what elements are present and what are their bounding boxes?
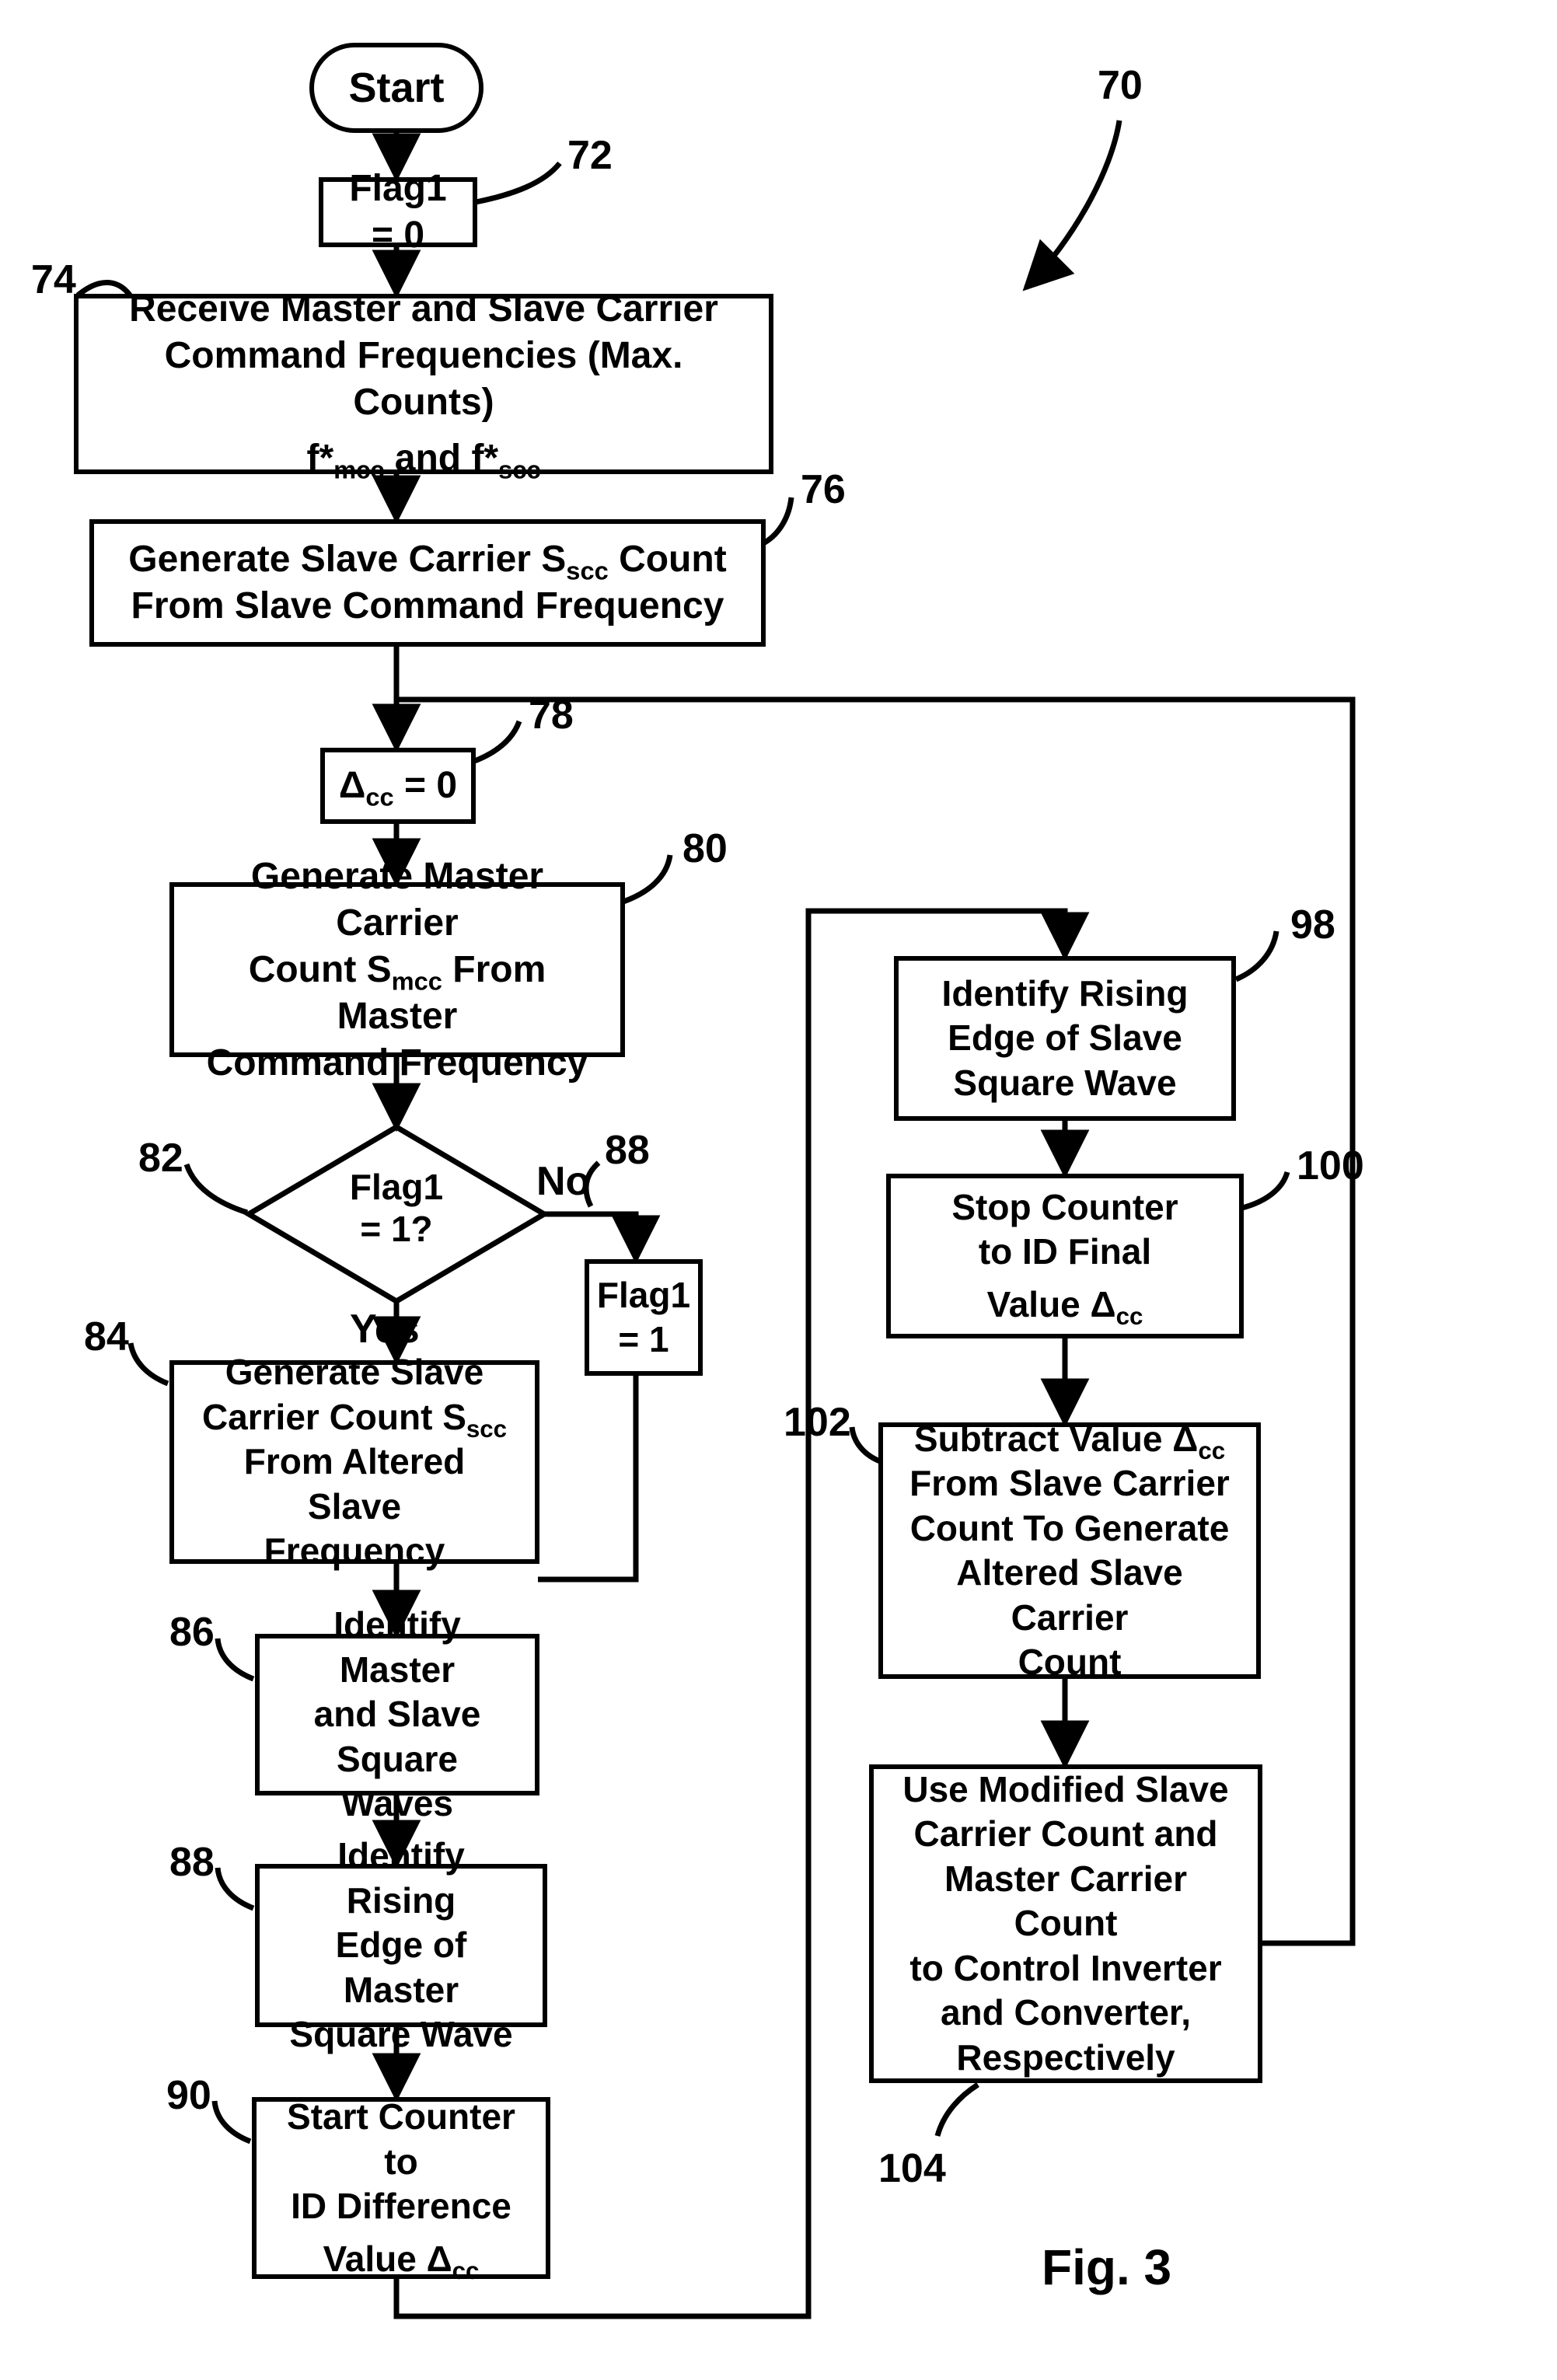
box-84-line3: From Altered Slave xyxy=(193,1440,516,1529)
box-104: Use Modified Slave Carrier Count and Mas… xyxy=(869,1764,1262,2083)
box-76-line2: From Slave Command Frequency xyxy=(128,583,726,630)
decision-yes-label: Yes xyxy=(350,1306,420,1352)
box-86-line3: Square Waves xyxy=(278,1737,516,1827)
box-104-line4: to Control Inverter xyxy=(892,1946,1239,1991)
box-104-line1: Use Modified Slave xyxy=(892,1768,1239,1813)
box-88-rising-line1: Identify Rising xyxy=(278,1834,524,1923)
callout-74: 74 xyxy=(31,256,76,303)
box-86-line1: Identify Master xyxy=(278,1603,516,1692)
callout-84: 84 xyxy=(84,1314,129,1360)
box-102-line5: Count xyxy=(902,1640,1238,1685)
callout-88b: 88 xyxy=(605,1127,650,1174)
box-78: Δcc = 0 xyxy=(320,748,476,824)
callout-86: 86 xyxy=(169,1609,215,1656)
box-88-flag-line1: Flag1 xyxy=(597,1273,690,1318)
box-84-line4: Frequency xyxy=(193,1529,516,1574)
terminator-start: Start xyxy=(309,43,484,133)
box-88-rising: Identify Rising Edge of Master Square Wa… xyxy=(255,1864,547,2027)
box-98: Identify Rising Edge of Slave Square Wav… xyxy=(894,956,1236,1121)
box-102-line4: Altered Slave Carrier xyxy=(902,1551,1238,1640)
box-72-text: Flag1 = 0 xyxy=(342,166,454,259)
box-74-line1: Receive Master and Slave Carrier xyxy=(97,286,750,333)
box-98-line3: Square Wave xyxy=(942,1061,1189,1106)
box-74: Receive Master and Slave Carrier Command… xyxy=(74,294,773,474)
box-88-rising-line3: Square Wave xyxy=(278,2012,524,2057)
box-98-line1: Identify Rising xyxy=(942,972,1189,1017)
box-88-rising-line2: Edge of Master xyxy=(278,1923,524,2012)
decision-82: Flag1 = 1? xyxy=(319,1166,474,1250)
box-86-line2: and Slave xyxy=(278,1692,516,1737)
box-104-line3: Master Carrier Count xyxy=(892,1857,1239,1946)
callout-80: 80 xyxy=(682,825,728,872)
box-86: Identify Master and Slave Square Waves xyxy=(255,1634,539,1795)
box-80: Generate Master Carrier Count Smcc From … xyxy=(169,882,625,1057)
decision-82-line1: Flag1 xyxy=(319,1166,474,1208)
box-74-line2: Command Frequencies (Max. Counts) xyxy=(97,333,750,426)
box-104-line5: and Converter, xyxy=(892,1991,1239,2036)
box-90-line2: ID Difference xyxy=(275,2184,527,2229)
box-76: Generate Slave Carrier Sscc Count From S… xyxy=(89,519,766,647)
box-90: Start Counter to ID Difference Value Δcc xyxy=(252,2097,550,2279)
callout-76: 76 xyxy=(801,466,846,513)
box-80-line1: Generate Master Carrier xyxy=(193,853,602,947)
box-88-flag: Flag1 = 1 xyxy=(585,1259,703,1376)
box-88-flag-line2: = 1 xyxy=(597,1317,690,1363)
callout-98: 98 xyxy=(1290,902,1335,948)
box-100-line1: Stop Counter xyxy=(951,1185,1178,1230)
box-100-line2: to ID Final xyxy=(951,1230,1178,1275)
callout-100: 100 xyxy=(1297,1143,1364,1189)
callout-78: 78 xyxy=(529,692,574,738)
box-100: Stop Counter to ID Final Value Δcc xyxy=(886,1174,1244,1338)
callout-82: 82 xyxy=(138,1135,183,1181)
box-84: Generate Slave Carrier Count Sscc From A… xyxy=(169,1360,539,1564)
box-102-line2: From Slave Carrier xyxy=(902,1461,1238,1506)
callout-88a: 88 xyxy=(169,1839,215,1886)
box-104-line6: Respectively xyxy=(892,2036,1239,2081)
box-98-line2: Edge of Slave xyxy=(942,1016,1189,1061)
callout-104: 104 xyxy=(878,2145,946,2192)
box-102: Subtract Value Δcc From Slave Carrier Co… xyxy=(878,1422,1261,1679)
figure-label: Fig. 3 xyxy=(1042,2239,1171,2296)
decision-no-label: No xyxy=(536,1158,590,1205)
box-84-line1: Generate Slave xyxy=(193,1350,516,1395)
callout-90: 90 xyxy=(166,2072,211,2119)
callout-72: 72 xyxy=(567,132,613,179)
box-104-line2: Carrier Count and xyxy=(892,1812,1239,1857)
terminator-start-label: Start xyxy=(348,64,444,112)
decision-82-line2: = 1? xyxy=(319,1208,474,1250)
box-72: Flag1 = 0 xyxy=(319,177,477,247)
box-90-line1: Start Counter to xyxy=(275,2095,527,2184)
callout-70: 70 xyxy=(1098,62,1143,109)
callout-102: 102 xyxy=(784,1399,851,1446)
box-102-line3: Count To Generate xyxy=(902,1506,1238,1551)
box-80-line3: Command Frequency xyxy=(193,1040,602,1087)
